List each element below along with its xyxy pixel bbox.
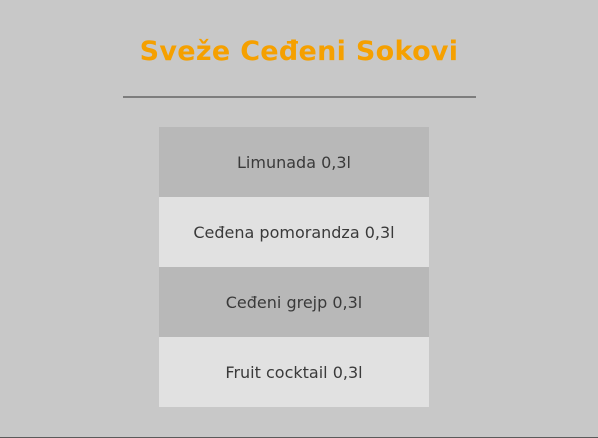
menu-item-lemonade[interactable]: Limunada 0,3l — [159, 127, 429, 197]
juice-menu-list: Limunada 0,3l Ceđena pomorandza 0,3l Ceđ… — [159, 127, 429, 407]
menu-item-label: Fruit cocktail 0,3l — [225, 362, 363, 382]
menu-item-label: Ceđena pomorandza 0,3l — [193, 222, 395, 242]
menu-item-fruit-cocktail[interactable]: Fruit cocktail 0,3l — [159, 337, 429, 407]
menu-item-orange-juice[interactable]: Ceđena pomorandza 0,3l — [159, 197, 429, 267]
menu-item-grapefruit-juice[interactable]: Ceđeni grejp 0,3l — [159, 267, 429, 337]
menu-item-label: Limunada 0,3l — [237, 152, 351, 172]
page-title: Sveže Ceđeni Sokovi — [139, 36, 459, 67]
title-divider — [123, 96, 476, 98]
menu-item-label: Ceđeni grejp 0,3l — [225, 292, 363, 312]
